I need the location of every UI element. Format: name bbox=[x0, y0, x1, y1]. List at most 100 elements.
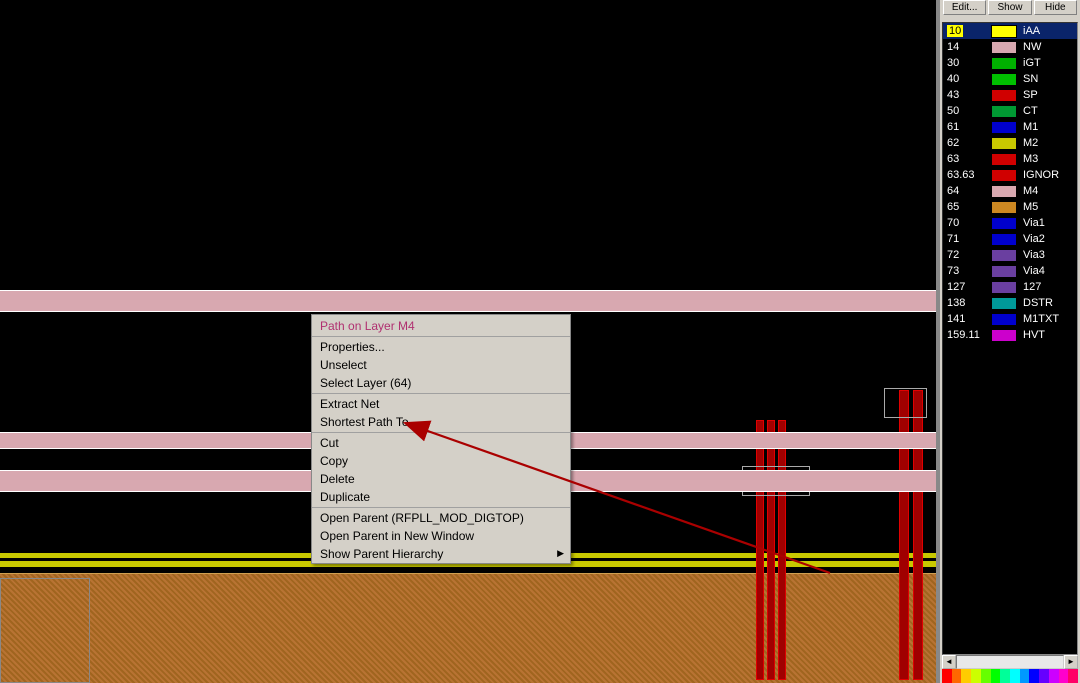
layer-row[interactable]: 127 127 bbox=[943, 279, 1077, 295]
layer-row[interactable]: 141 M1TXT bbox=[943, 311, 1077, 327]
edit-button[interactable]: Edit... bbox=[943, 0, 986, 15]
layer-row[interactable]: 14 NW bbox=[943, 39, 1077, 55]
palette-color[interactable] bbox=[981, 669, 991, 683]
menu-item[interactable]: Shortest Path To... bbox=[312, 413, 570, 431]
palette-color[interactable] bbox=[1059, 669, 1069, 683]
layer-name: 127 bbox=[1023, 281, 1077, 293]
layer-row[interactable]: 43 SP bbox=[943, 87, 1077, 103]
m4-path-b[interactable] bbox=[569, 432, 936, 449]
layer-name: M5 bbox=[1023, 201, 1077, 213]
layer-number: 159.11 bbox=[947, 329, 985, 341]
menu-item[interactable]: Delete bbox=[312, 470, 570, 488]
layer-name: SP bbox=[1023, 89, 1077, 101]
layer-name: NW bbox=[1023, 41, 1077, 53]
m5-fill bbox=[0, 573, 936, 683]
m5-fill-edge bbox=[0, 578, 90, 683]
context-menu[interactable]: Path on Layer M4 Properties...UnselectSe… bbox=[311, 314, 571, 564]
menu-item[interactable]: Extract Net bbox=[312, 395, 570, 413]
layer-row[interactable]: 40SN bbox=[943, 71, 1077, 87]
layer-number: 63.63 bbox=[947, 169, 985, 181]
m3-vertical[interactable] bbox=[756, 420, 764, 680]
palette-color[interactable] bbox=[1029, 669, 1039, 683]
layer-swatch bbox=[991, 329, 1017, 342]
show-button[interactable]: Show bbox=[988, 0, 1031, 15]
layer-number: 138 bbox=[947, 297, 985, 309]
layer-swatch bbox=[991, 153, 1017, 166]
layer-number: 65 bbox=[947, 201, 985, 213]
layer-swatch bbox=[991, 265, 1017, 278]
m4-path-a[interactable] bbox=[0, 290, 936, 312]
layer-number: 64 bbox=[947, 185, 985, 197]
layer-row[interactable]: 63M3 bbox=[943, 151, 1077, 167]
layer-row[interactable]: 72 Via3 bbox=[943, 247, 1077, 263]
layer-number: 10 bbox=[947, 25, 985, 37]
scroll-right-icon[interactable]: ► bbox=[1064, 655, 1078, 669]
palette-color[interactable] bbox=[1020, 669, 1030, 683]
layer-name: M1TXT bbox=[1023, 313, 1077, 325]
m4-path-c[interactable] bbox=[569, 470, 936, 492]
layer-number: 50 bbox=[947, 105, 985, 117]
layer-row[interactable]: 70Via1 bbox=[943, 215, 1077, 231]
layer-swatch bbox=[991, 137, 1017, 150]
layer-panel: Edit... Show Hide 10iAA 14 NW 30iGT40SN 43 SP… bbox=[936, 0, 1080, 683]
palette-color[interactable] bbox=[942, 669, 952, 683]
palette-color[interactable] bbox=[1068, 669, 1078, 683]
layer-number: 72 bbox=[947, 249, 985, 261]
hide-button[interactable]: Hide bbox=[1034, 0, 1077, 15]
layer-swatch bbox=[991, 297, 1017, 310]
layer-row[interactable]: 63.63IGNOR bbox=[943, 167, 1077, 183]
layer-row[interactable]: 64M4 bbox=[943, 183, 1077, 199]
layer-swatch bbox=[991, 73, 1017, 86]
layer-name: M2 bbox=[1023, 137, 1077, 149]
menu-item[interactable]: Select Layer (64) bbox=[312, 374, 570, 392]
layer-row[interactable]: 30iGT bbox=[943, 55, 1077, 71]
m3-vertical[interactable] bbox=[767, 420, 775, 680]
menu-item[interactable]: Show Parent Hierarchy▶ bbox=[312, 545, 570, 563]
palette-color[interactable] bbox=[971, 669, 981, 683]
layer-row[interactable]: 138 DSTR bbox=[943, 295, 1077, 311]
layer-row[interactable]: 10iAA bbox=[943, 23, 1077, 39]
layer-number: 127 bbox=[947, 281, 985, 293]
palette-color[interactable] bbox=[952, 669, 962, 683]
menu-item[interactable]: Duplicate bbox=[312, 488, 570, 506]
layer-row[interactable]: 62 M2 bbox=[943, 135, 1077, 151]
layer-row[interactable]: 65 M5 bbox=[943, 199, 1077, 215]
palette-strip[interactable] bbox=[942, 669, 1078, 683]
palette-color[interactable] bbox=[1000, 669, 1010, 683]
layer-row[interactable]: 73Via4 bbox=[943, 263, 1077, 279]
layer-row[interactable]: 61M1 bbox=[943, 119, 1077, 135]
layer-swatch bbox=[991, 217, 1017, 230]
layer-list[interactable]: 10iAA14NW30iGT40SN43SP50CT61M162M263M363… bbox=[942, 22, 1078, 655]
palette-color[interactable] bbox=[961, 669, 971, 683]
layer-number: 71 bbox=[947, 233, 985, 245]
layer-row[interactable]: 159.11 HVT bbox=[943, 327, 1077, 343]
menu-item[interactable]: Open Parent in New Window bbox=[312, 527, 570, 545]
layer-number: 62 bbox=[947, 137, 985, 149]
menu-item[interactable]: Open Parent (RFPLL_MOD_DIGTOP) bbox=[312, 509, 570, 527]
layer-scrollbar[interactable]: ◄ ► bbox=[942, 655, 1078, 669]
layer-swatch bbox=[991, 281, 1017, 294]
layer-number: 141 bbox=[947, 313, 985, 325]
palette-color[interactable] bbox=[1010, 669, 1020, 683]
scroll-track[interactable] bbox=[956, 655, 1064, 669]
layer-number: 70 bbox=[947, 217, 985, 229]
layer-name: Via2 bbox=[1023, 233, 1077, 245]
layer-name: HVT bbox=[1023, 329, 1077, 341]
m3-vertical[interactable] bbox=[778, 420, 786, 680]
palette-color[interactable] bbox=[991, 669, 1001, 683]
layer-name: Via4 bbox=[1023, 265, 1077, 277]
menu-item[interactable]: Unselect bbox=[312, 356, 570, 374]
menu-item[interactable]: Properties... bbox=[312, 338, 570, 356]
layer-name: Via3 bbox=[1023, 249, 1077, 261]
layer-name: DSTR bbox=[1023, 297, 1077, 309]
menu-item[interactable]: Cut bbox=[312, 434, 570, 452]
layer-row[interactable]: 71 Via2 bbox=[943, 231, 1077, 247]
palette-color[interactable] bbox=[1049, 669, 1059, 683]
layer-name: CT bbox=[1023, 105, 1077, 117]
layer-number: 14 bbox=[947, 41, 985, 53]
palette-color[interactable] bbox=[1039, 669, 1049, 683]
scroll-left-icon[interactable]: ◄ bbox=[942, 655, 956, 669]
menu-item[interactable]: Copy bbox=[312, 452, 570, 470]
layer-number: 43 bbox=[947, 89, 985, 101]
layer-row[interactable]: 50 CT bbox=[943, 103, 1077, 119]
